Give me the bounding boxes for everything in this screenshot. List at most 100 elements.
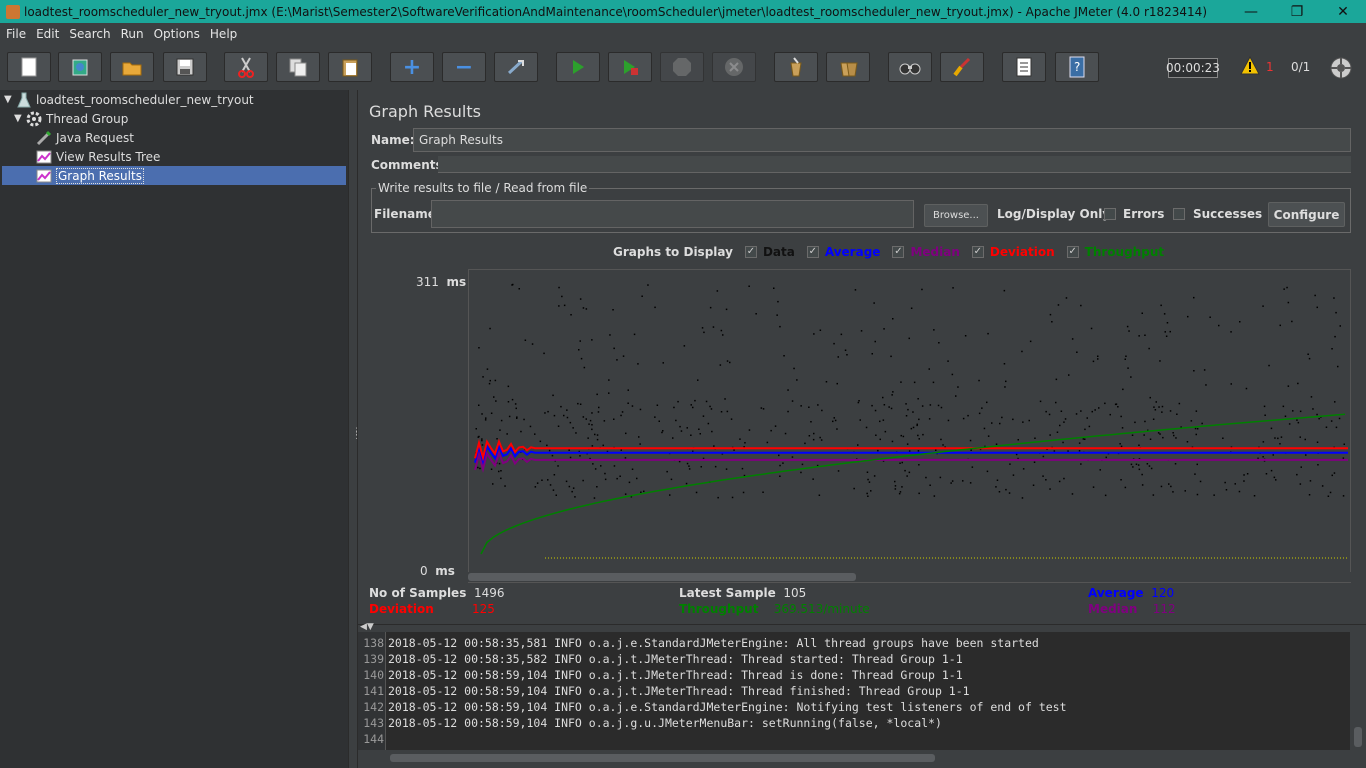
tree-node-test-plan[interactable]: ▼ loadtest_roomscheduler_new_tryout — [4, 90, 254, 109]
data-point — [978, 412, 981, 415]
data-point — [1196, 463, 1198, 466]
deviation-stat: Deviation 125 — [369, 602, 495, 616]
stop-icon[interactable] — [660, 52, 704, 82]
tree-node-thread-group[interactable]: ▼ Thread Group — [14, 109, 128, 128]
toggle-icon[interactable] — [494, 52, 538, 82]
menu-run[interactable]: Run — [121, 27, 144, 41]
tree-node-view-results-tree[interactable]: View Results Tree — [36, 147, 160, 166]
data-point — [1120, 479, 1122, 481]
deviation-series-label: Deviation — [989, 245, 1055, 259]
data-point — [860, 330, 863, 332]
data-point — [481, 444, 484, 446]
menu-edit[interactable]: Edit — [36, 27, 59, 41]
data-point — [493, 396, 495, 398]
paste-icon[interactable] — [328, 52, 372, 82]
data-point — [1286, 286, 1288, 289]
data-point — [631, 468, 634, 470]
minimize-button[interactable]: — — [1228, 4, 1274, 20]
log-hscroll-thumb[interactable] — [390, 754, 935, 762]
start-icon[interactable] — [556, 52, 600, 82]
data-point — [1062, 441, 1064, 444]
splitter-arrows-icon[interactable]: ◀▼ — [360, 622, 374, 632]
log-viewer[interactable]: 138 2018-05-12 00:58:35,581 INFO o.a.j.e.… — [358, 632, 1350, 750]
data-point — [577, 402, 579, 405]
vertical-splitter[interactable]: ⋮ ⋮ — [348, 90, 361, 768]
data-point — [818, 494, 821, 496]
data-point — [1230, 383, 1232, 385]
close-button[interactable]: ✕ — [1320, 4, 1366, 20]
clear-all-icon[interactable] — [826, 52, 870, 82]
throughput-label: Throughput — [679, 602, 759, 616]
log-splitter[interactable]: ◀▼ — [358, 622, 1366, 632]
data-point — [679, 425, 681, 428]
warning-icon[interactable] — [1240, 56, 1260, 76]
reset-search-icon[interactable] — [940, 52, 984, 82]
graph-horizontal-scrollbar[interactable] — [468, 572, 1351, 582]
help-icon[interactable]: ? — [1055, 52, 1099, 82]
restore-button[interactable]: ❐ — [1274, 4, 1320, 20]
graph-scroll-thumb[interactable] — [468, 573, 856, 581]
menu-search[interactable]: Search — [69, 27, 110, 41]
data-point — [531, 343, 534, 345]
collapse-icon[interactable]: − — [442, 52, 486, 82]
cut-icon[interactable] — [224, 52, 268, 82]
throughput-checkbox[interactable]: ✓ — [1066, 246, 1079, 258]
function-helper-icon[interactable] — [1002, 52, 1046, 82]
errors-checkbox[interactable] — [1104, 208, 1116, 220]
expand-icon[interactable]: + — [390, 52, 434, 82]
collapse-arrow-icon[interactable]: ▼ — [14, 113, 26, 124]
data-point — [1045, 410, 1047, 413]
data-point — [901, 486, 903, 488]
comments-field[interactable] — [438, 156, 1351, 173]
data-point — [1119, 443, 1121, 445]
save-icon[interactable] — [163, 52, 207, 82]
data-point — [697, 379, 699, 381]
data-point — [1039, 400, 1042, 403]
data-point — [912, 426, 915, 429]
browse-button[interactable]: Browse... — [924, 204, 988, 227]
remote-engines-icon[interactable] — [1329, 56, 1353, 80]
throughput-series-label: Throughput — [1084, 245, 1165, 259]
successes-checkbox[interactable] — [1173, 208, 1185, 220]
data-point — [1078, 450, 1081, 452]
data-point — [796, 379, 798, 381]
search-icon[interactable] — [888, 52, 932, 82]
data-point — [656, 404, 659, 406]
median-checkbox[interactable]: ✓ — [892, 246, 905, 258]
window-title: loadtest_roomscheduler_new_tryout.jmx (E… — [24, 4, 1208, 19]
log-vscroll-thumb[interactable] — [1354, 727, 1362, 747]
clear-icon[interactable] — [774, 52, 818, 82]
data-point — [594, 433, 596, 436]
data-point — [879, 420, 881, 423]
tree-node-graph-results[interactable]: Graph Results — [2, 166, 346, 185]
menu-file[interactable]: File — [6, 27, 26, 41]
shutdown-icon[interactable] — [712, 52, 756, 82]
data-point — [1218, 324, 1220, 327]
menu-options[interactable]: Options — [154, 27, 200, 41]
data-point — [596, 486, 598, 488]
new-icon[interactable] — [7, 52, 51, 82]
start-no-pause-icon[interactable] — [608, 52, 652, 82]
copy-icon[interactable] — [276, 52, 320, 82]
data-point — [1045, 479, 1047, 481]
average-checkbox[interactable]: ✓ — [806, 246, 819, 258]
deviation-checkbox[interactable]: ✓ — [971, 246, 984, 258]
data-checkbox[interactable]: ✓ — [744, 246, 757, 258]
templates-icon[interactable] — [58, 52, 102, 82]
log-horizontal-scrollbar[interactable] — [358, 750, 1350, 766]
configure-button[interactable]: Configure — [1268, 202, 1345, 227]
data-point — [1148, 465, 1151, 467]
name-field[interactable]: Graph Results — [413, 128, 1351, 152]
data-point — [1308, 357, 1311, 360]
data-point — [766, 441, 769, 444]
open-icon[interactable] — [110, 52, 154, 82]
data-point — [939, 476, 942, 479]
collapse-arrow-icon[interactable]: ▼ — [4, 94, 16, 105]
tree-node-java-request[interactable]: Java Request — [36, 128, 134, 147]
filename-input[interactable] — [431, 200, 914, 228]
samples-value: 1496 — [473, 586, 505, 600]
data-point — [933, 495, 936, 497]
data-point — [620, 414, 622, 417]
menu-help[interactable]: Help — [210, 27, 237, 41]
log-vertical-scrollbar[interactable] — [1350, 632, 1366, 750]
